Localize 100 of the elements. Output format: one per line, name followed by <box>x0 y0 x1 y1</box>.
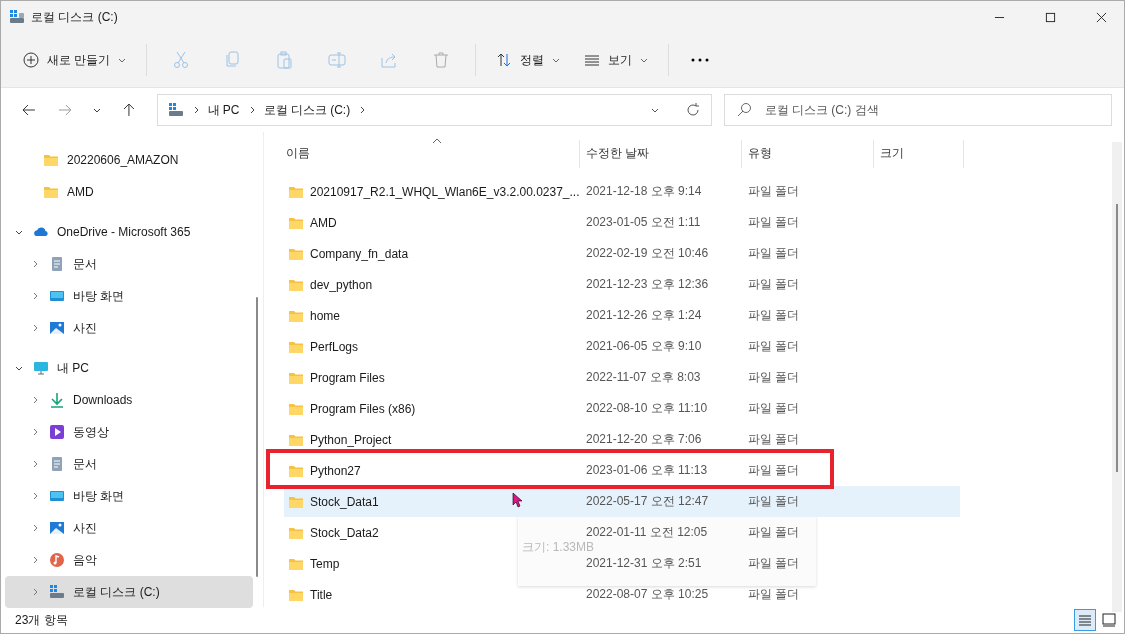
chevron-right-icon[interactable] <box>31 292 39 300</box>
sidebar-item[interactable]: 20220606_AMAZON <box>5 144 253 176</box>
sidebar-item[interactable]: 동영상 <box>5 416 253 448</box>
chevron-right-icon[interactable] <box>31 524 39 532</box>
desktop-icon <box>49 288 65 304</box>
file-name: AMD <box>310 215 337 230</box>
file-name: home <box>310 308 341 323</box>
sidebar-item[interactable]: 문서 <box>5 448 253 480</box>
modified-date: 2022-01-11 오전 12:05 <box>585 524 709 541</box>
chevron-right-icon[interactable] <box>31 460 39 468</box>
modified-date: 2023-01-05 오전 1:11 <box>585 214 702 231</box>
document-icon <box>49 256 65 272</box>
drive-icon <box>49 584 65 600</box>
modified-date: 2022-08-07 오후 10:25 <box>585 586 710 603</box>
chevron-down-icon[interactable] <box>15 228 23 236</box>
file-name: Python_Project <box>310 432 392 447</box>
sidebar-item[interactable]: 바탕 화면 <box>5 280 253 312</box>
sort-button[interactable]: 정렬 <box>486 45 571 75</box>
chevron-right-icon[interactable] <box>31 556 39 564</box>
file-name: Company_fn_data <box>310 246 409 261</box>
refresh-icon[interactable] <box>684 102 701 118</box>
sidebar-item[interactable]: 사진 <box>5 312 253 344</box>
sidebar-item[interactable]: OneDrive - Microsoft 365 <box>5 216 253 248</box>
item-count: 23개 항목 <box>15 611 68 629</box>
chevron-right-icon[interactable] <box>31 428 39 436</box>
file-type: 파일 폴더 <box>747 400 801 417</box>
scrollbar-thumb[interactable] <box>256 297 258 577</box>
sidebar-item[interactable]: 사진 <box>5 512 253 544</box>
list-icon <box>1077 612 1093 628</box>
column-header[interactable]: 수정한 날짜 <box>580 140 742 168</box>
modified-date: 2021-06-05 오후 9:10 <box>585 338 703 355</box>
document-icon <box>49 456 65 472</box>
chevron-right-icon[interactable] <box>31 324 39 332</box>
list-icon <box>584 52 601 68</box>
file-type: 파일 폴더 <box>747 493 801 510</box>
music-icon <box>49 552 65 568</box>
modified-date: 2022-05-17 오전 12:47 <box>585 493 710 510</box>
file-name: Stock_Data1 <box>310 494 379 509</box>
chevron-right-icon[interactable] <box>358 106 367 114</box>
file-name: PerfLogs <box>310 339 359 354</box>
caret-icon <box>118 56 127 64</box>
video-icon <box>49 424 65 440</box>
file-type: 파일 폴더 <box>747 307 801 324</box>
file-type: 파일 폴더 <box>747 431 801 448</box>
sidebar-item[interactable]: 내 PC <box>5 352 253 384</box>
window-title: 로컬 디스크 (C:) <box>31 8 118 26</box>
folder-icon <box>43 184 59 200</box>
monitor-icon <box>33 360 49 376</box>
chevron-right-icon[interactable] <box>31 396 39 404</box>
sidebar-item[interactable]: AMD <box>5 176 253 208</box>
modified-date: 2022-02-19 오전 10:46 <box>585 245 710 262</box>
details-view-button[interactable] <box>1074 609 1096 631</box>
new-button[interactable]: 새로 만들기 <box>13 45 137 75</box>
download-icon <box>49 392 65 408</box>
tile-icon <box>1101 612 1117 628</box>
file-type: 파일 폴더 <box>747 338 801 355</box>
file-type: 파일 폴더 <box>747 524 801 541</box>
modified-date: 2023-01-06 오후 11:13 <box>585 462 709 479</box>
file-name: Python27 <box>310 463 361 478</box>
file-name: Program Files (x86) <box>310 401 416 416</box>
file-type: 파일 폴더 <box>747 214 801 231</box>
chevron-right-icon[interactable] <box>31 492 39 500</box>
caret-icon <box>640 56 649 64</box>
file-name: 20210917_R2.1_WHQL_Wlan6E_v3.2.00.0237_... <box>310 184 580 199</box>
file-type: 파일 폴더 <box>747 462 801 479</box>
sidebar-item[interactable]: 문서 <box>5 248 253 280</box>
file-type: 파일 폴더 <box>747 586 801 603</box>
sidebar-item[interactable]: 바탕 화면 <box>5 480 253 512</box>
sidebar-item[interactable]: 음악 <box>5 544 253 576</box>
file-type: 파일 폴더 <box>747 555 801 572</box>
column-header[interactable]: 유형 <box>742 140 874 168</box>
chevron-down-icon[interactable] <box>15 364 23 372</box>
search-field[interactable]: 로컬 디스크 (C:) 검색 <box>723 94 1112 126</box>
modified-date: 2022-08-10 오후 11:10 <box>585 400 709 417</box>
picture-icon <box>49 520 65 536</box>
file-type: 파일 폴더 <box>747 369 801 386</box>
file-name: Title <box>310 587 333 602</box>
chevron-right-icon[interactable] <box>31 260 39 268</box>
file-type: 파일 폴더 <box>747 276 801 293</box>
modified-date: 2021-12-18 오후 9:14 <box>585 183 703 200</box>
modified-date: 2022-11-07 오후 8:03 <box>585 369 702 386</box>
view-button[interactable]: 보기 <box>574 45 659 75</box>
breadcrumb[interactable]: 내 PC <box>207 101 240 119</box>
file-name: dev_python <box>310 277 373 292</box>
file-name: Stock_Data2 <box>310 525 379 540</box>
caret-icon <box>552 56 561 64</box>
scrollbar-thumb[interactable] <box>1116 204 1118 472</box>
breadcrumb[interactable]: 로컬 디스크 (C:) <box>263 101 351 119</box>
column-header[interactable]: 이름 <box>264 140 580 168</box>
column-header[interactable]: 크기 <box>874 140 964 168</box>
modified-date: 2021-12-23 오후 12:36 <box>585 276 710 293</box>
search-icon <box>735 102 752 118</box>
file-type: 파일 폴더 <box>747 183 801 200</box>
sidebar-item[interactable]: Downloads <box>5 384 253 416</box>
picture-icon <box>49 320 65 336</box>
address-bar[interactable]: 내 PC 로컬 디스크 (C:) <box>156 94 712 126</box>
folder-icon <box>43 152 59 168</box>
tooltip-line: 크기: 1.33MB <box>522 540 595 554</box>
sidebar-item[interactable]: 로컬 디스크 (C:) <box>5 576 253 608</box>
modified-date: 2021-12-31 오후 2:51 <box>585 555 703 572</box>
